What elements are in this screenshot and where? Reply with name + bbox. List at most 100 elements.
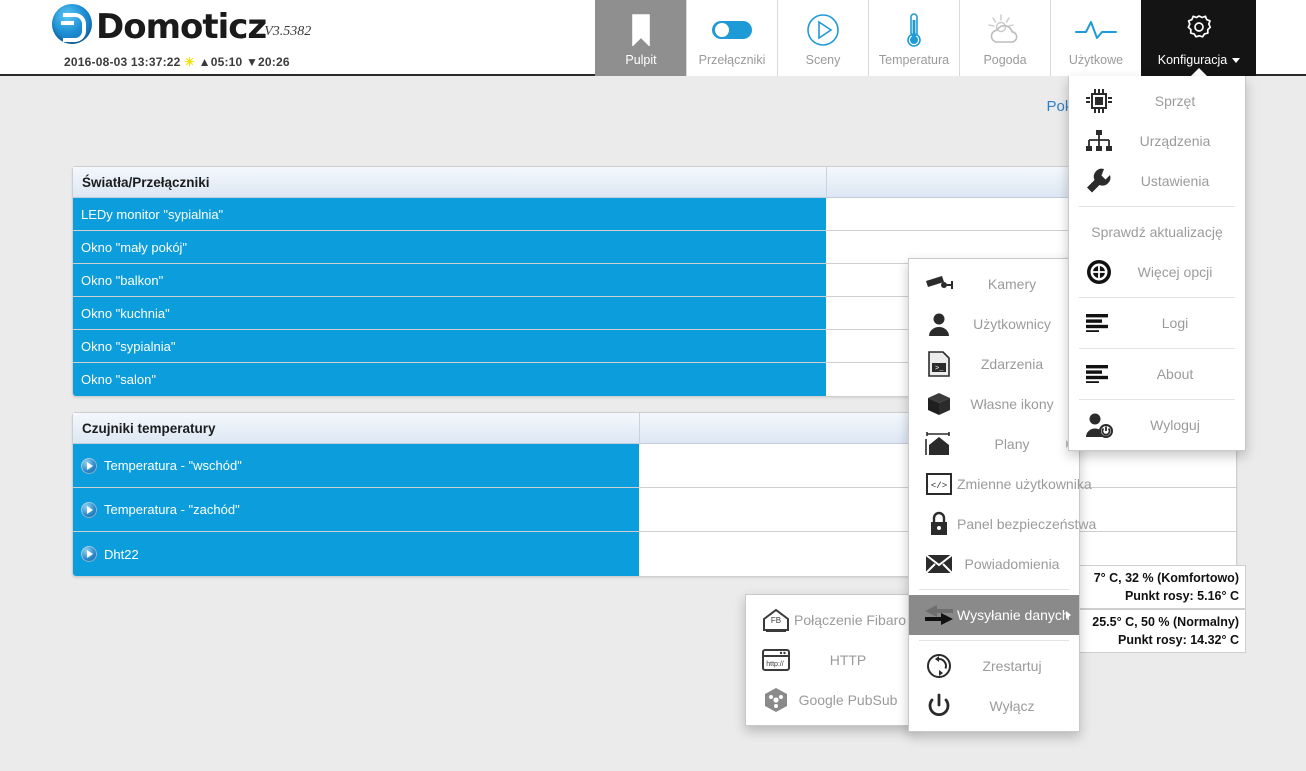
menu-label-about: About [1156,366,1194,382]
menu-divider [919,640,1069,641]
sensor-readout: 7° C, 32 % (Komfortowo) Punkt rosy: 5.16… [1068,565,1246,609]
nav-item-uzytkowe[interactable]: Użytkowe [1050,0,1141,76]
main-navigation: Pulpit Przełączniki Sceny Temperatura Po… [595,0,1256,77]
menu-label-wyloguj: Wyloguj [1150,417,1200,433]
play-icon[interactable] [81,546,97,562]
table-row[interactable]: LEDy monitor "sypialnia" [73,198,1236,231]
menu-item-zrestartuj[interactable]: Zrestartuj [909,646,1079,686]
app-root: Domoticz V3.5382 2016-08-03 13:37:22 ☀ ▲… [0,0,1306,771]
menu-divider [919,589,1069,590]
panel-column-divider [639,413,640,443]
sitemap-icon [1081,129,1117,153]
switch-name[interactable]: LEDy monitor "sypialnia" [73,198,826,230]
nav-item-konfiguracja[interactable]: Konfiguracja [1141,0,1256,77]
gear-icon [1181,11,1217,49]
lock-icon [921,511,957,537]
menu-item-logi[interactable]: Logi [1069,303,1245,343]
menu-item-plany[interactable]: Plany [909,424,1079,464]
panel-column-divider [826,167,827,197]
menu-label-zmienne-uzytkownika: Zmienne użytkownika [957,476,1092,492]
svg-text:FB: FB [771,616,781,625]
script-icon: >_ [921,351,957,377]
sensor-name-cell[interactable]: Temperatura - "wschód" [73,444,639,487]
menu-item-wysylanie-danych[interactable]: Wysyłanie danych [909,595,1079,635]
power-icon [921,693,957,719]
nav-item-temperatura[interactable]: Temperatura [868,0,959,76]
switch-name[interactable]: Okno "kuchnia" [73,297,826,329]
menu-item-wyloguj[interactable]: Wyloguj [1069,405,1245,445]
menu-item-wlasne-ikony[interactable]: Własne ikony [909,384,1079,424]
menu-label-google-pubsub: Google PubSub [798,692,898,708]
menu-label-wiecej-opcji: Więcej opcji [1137,264,1213,280]
sensor-readout-line2: Punkt rosy: 5.16° C [1124,589,1239,603]
nav-label-temperatura: Temperatura [878,53,950,67]
menu-label-panel-bezpieczenstwa: Panel bezpieczeństwa [957,516,1097,532]
nav-label-sceny: Sceny [805,53,841,67]
nav-item-pogoda[interactable]: Pogoda [959,0,1050,76]
nav-item-pulpit[interactable]: Pulpit [595,0,686,76]
menu-label-urzadzenia: Urządzenia [1139,133,1211,149]
user-icon [921,312,957,336]
menu-item-sprzet[interactable]: Sprzęt [1069,81,1245,121]
app-header: Domoticz V3.5382 2016-08-03 13:37:22 ☀ ▲… [0,0,1306,77]
nav-item-sceny[interactable]: Sceny [777,0,868,76]
menu-more-options: Kamery Użytkownicy >_ Zdarzenia Własne i… [908,258,1096,732]
toggle-icon [711,11,753,49]
fibaro-icon: FB [758,607,794,633]
menu-label-logi: Logi [1161,315,1189,331]
menu-item-kamery[interactable]: Kamery [909,264,1079,304]
play-icon[interactable] [81,457,97,474]
switch-name[interactable]: Okno "balkon" [73,264,826,296]
menu-item-wiecej-opcji[interactable]: Więcej opcji [1069,252,1245,292]
pubsub-icon [758,687,794,713]
switch-name[interactable]: Okno "mały pokój" [73,231,826,263]
menu-item-sprawdz-aktualizacje[interactable]: Sprawdź aktualizację [1069,212,1245,252]
bookmark-icon [630,11,652,49]
nav-label-pogoda: Pogoda [983,53,1027,67]
brand-version: V3.5382 [264,24,312,39]
http-icon: http:// [758,648,794,672]
weather-icon [985,11,1025,49]
svg-text:</>: </> [931,481,947,491]
menu-item-about[interactable]: About [1069,354,1245,394]
menu-item-powiadomienia[interactable]: Powiadomienia [909,544,1079,584]
sunset-marker-icon: ▼ [245,55,259,69]
clock-datetime: 2016-08-03 13:37:22 [64,55,181,69]
lines-icon [1081,365,1117,383]
switch-name[interactable]: Okno "salon" [73,363,826,396]
menu-item-wylacz[interactable]: Wyłącz [909,686,1079,726]
code-icon: </> [921,473,957,495]
menu-label-zdarzenia: Zdarzenia [980,356,1044,372]
menu-item-ustawienia[interactable]: Ustawienia [1069,161,1245,201]
nav-label-konfiguracja: Konfiguracja [1158,53,1241,67]
menu-label-http: HTTP [829,652,867,668]
switch-name[interactable]: Okno "sypialnia" [73,330,826,362]
menu-divider [1079,206,1235,207]
menu-item-panel-bezpieczenstwa[interactable]: Panel bezpieczeństwa [909,504,1096,544]
menu-item-http[interactable]: http:// HTTP [746,640,914,680]
sun-icon: ☀ [184,55,196,69]
menu-item-google-pubsub[interactable]: Google PubSub [746,680,914,720]
menu-item-zmienne-uzytkownika[interactable]: </> Zmienne użytkownika [909,464,1092,504]
menu-label-powiadomienia: Powiadomienia [964,556,1060,572]
menu-item-fibaro[interactable]: FB Połączenie Fibaro [746,600,914,640]
menu-item-zdarzenia[interactable]: >_ Zdarzenia [909,344,1079,384]
menu-label-uzytkownicy: Użytkownicy [973,316,1051,332]
brand-name: Domoticz [96,7,267,47]
menu-item-uzytkownicy[interactable]: Użytkownicy [909,304,1079,344]
play-icon[interactable] [81,501,97,518]
menu-label-wysylanie-danych: Wysyłanie danych [957,607,1070,623]
sensor-name-cell[interactable]: Temperatura - "zachód" [73,488,639,531]
svg-text:http://: http:// [766,661,784,668]
sensor-name: Dht22 [104,546,139,562]
menu-label-zrestartuj: Zrestartuj [982,658,1042,674]
menu-data-sending: FB Połączenie Fibaro http:// HTTP Google… [745,594,915,726]
menu-label-kamery: Kamery [987,276,1037,292]
menu-label-fibaro: Połączenie Fibaro [794,612,907,628]
nav-item-przelaczniki[interactable]: Przełączniki [686,0,777,76]
brand[interactable]: Domoticz V3.5382 [52,4,311,47]
restart-icon [921,653,957,679]
sensor-name-cell[interactable]: Dht22 [73,532,639,576]
menu-item-urzadzenia[interactable]: Urządzenia [1069,121,1245,161]
menu-divider [1079,348,1235,349]
